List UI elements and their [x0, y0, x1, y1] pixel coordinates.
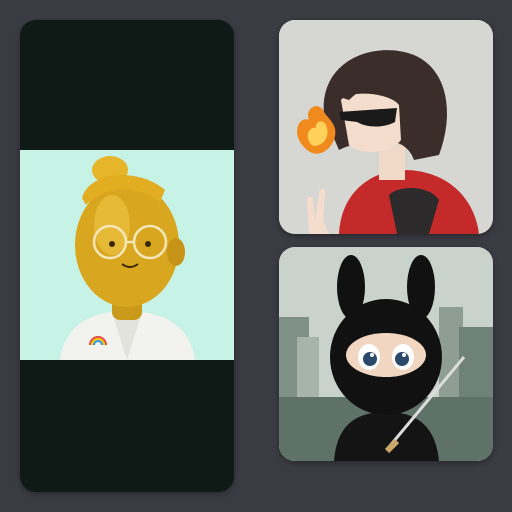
nft-card-golden-character[interactable]	[20, 20, 234, 492]
golden-character-image	[20, 20, 234, 492]
nft-card-anime-girl[interactable]	[279, 20, 493, 234]
nft-card-ninja-bunny[interactable]	[279, 247, 493, 461]
anime-girl-image	[279, 20, 493, 234]
ninja-bunny-image	[279, 247, 493, 461]
